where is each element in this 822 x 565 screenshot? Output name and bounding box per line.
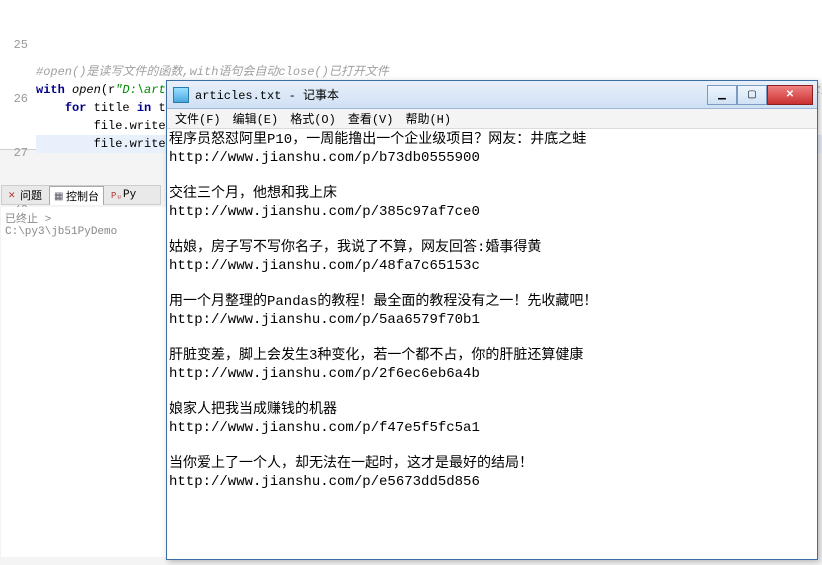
titlebar[interactable]: articles.txt - 记事本 <box>167 81 817 109</box>
close-button[interactable] <box>767 85 813 105</box>
menu-format[interactable]: 格式(O) <box>286 109 340 128</box>
menu-view[interactable]: 查看(V) <box>344 109 398 128</box>
console-icon <box>54 191 64 201</box>
tab-console[interactable]: 控制台 <box>49 186 104 205</box>
minimize-button[interactable] <box>707 85 737 105</box>
console-panel[interactable]: 已终止 > C:\py3\jb51PyDemo <box>1 207 171 557</box>
notepad-icon <box>173 87 189 103</box>
notepad-textarea[interactable]: 程序员怒怼阿里P10，一周能撸出一个企业级项目？网友：井底之蛙 http://w… <box>167 129 817 559</box>
console-output: 已终止 > C:\py3\jb51PyDemo <box>5 214 117 238</box>
window-buttons <box>707 85 813 105</box>
line-number: 26 <box>0 90 28 108</box>
panel-tabs: 问题 控制台 Py <box>1 185 161 205</box>
maximize-button[interactable] <box>737 85 767 105</box>
menu-edit[interactable]: 编辑(E) <box>229 109 283 128</box>
tab-problems[interactable]: 问题 <box>4 186 46 204</box>
comment: #open()是读写文件的函数,with语句会自动close()已打开文件 <box>36 65 389 79</box>
python-icon <box>111 190 121 200</box>
notepad-window[interactable]: articles.txt - 记事本 文件(F) 编辑(E) 格式(O) 查看(… <box>166 80 818 560</box>
menu-file[interactable]: 文件(F) <box>171 109 225 128</box>
menu-help[interactable]: 帮助(H) <box>401 109 455 128</box>
line-number: 27 <box>0 144 28 162</box>
line-number: 25 <box>0 36 28 54</box>
tab-python[interactable]: Py <box>107 188 140 202</box>
error-icon <box>8 190 18 200</box>
window-title: articles.txt - 记事本 <box>195 86 707 103</box>
menubar: 文件(F) 编辑(E) 格式(O) 查看(V) 帮助(H) <box>167 109 817 129</box>
